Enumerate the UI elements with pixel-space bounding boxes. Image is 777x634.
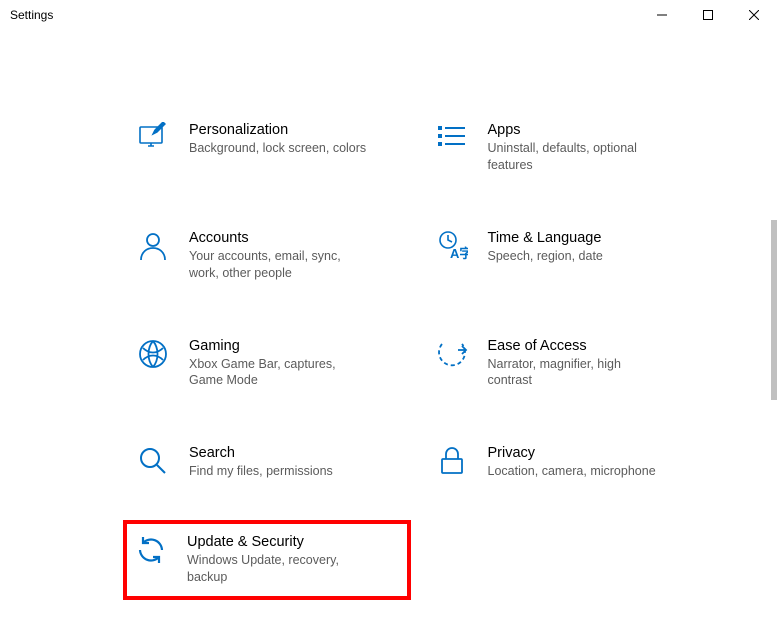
time-language-icon: A字 [436,230,468,262]
tile-title: Privacy [488,445,668,461]
maximize-button[interactable] [685,0,731,30]
tile-desc: Location, camera, microphone [488,463,668,480]
tile-desc: Windows Update, recovery, backup [187,552,367,586]
tile-title: Time & Language [488,230,668,246]
update-security-icon [135,534,167,566]
tile-text: Gaming Xbox Game Bar, captures, Game Mod… [189,338,369,390]
tile-text: Update & Security Windows Update, recove… [187,534,367,586]
tile-text: Apps Uninstall, defaults, optional featu… [488,122,668,174]
titlebar: Settings [0,0,777,30]
ease-of-access-icon [436,338,468,370]
tile-search[interactable]: Search Find my files, permissions [135,443,399,482]
tile-apps[interactable]: Apps Uninstall, defaults, optional featu… [434,120,698,176]
search-icon [137,445,169,477]
tile-title: Search [189,445,369,461]
tile-title: Personalization [189,122,369,138]
minimize-button[interactable] [639,0,685,30]
tile-update-security[interactable]: Update & Security Windows Update, recove… [123,520,411,600]
tile-gaming[interactable]: Gaming Xbox Game Bar, captures, Game Mod… [135,336,399,392]
tile-text: Personalization Background, lock screen,… [189,122,369,157]
tile-title: Apps [488,122,668,138]
settings-grid: Personalization Background, lock screen,… [135,120,697,586]
apps-icon [436,122,468,154]
svg-text:A字: A字 [450,246,468,261]
accounts-icon [137,230,169,262]
tile-desc: Uninstall, defaults, optional features [488,140,668,174]
tile-desc: Background, lock screen, colors [189,140,369,157]
settings-content: Personalization Background, lock screen,… [0,30,777,606]
privacy-icon [436,445,468,477]
tile-title: Gaming [189,338,369,354]
tile-time-language[interactable]: A字 Time & Language Speech, region, date [434,228,698,284]
tile-text: Ease of Access Narrator, magnifier, high… [488,338,668,390]
tile-ease-of-access[interactable]: Ease of Access Narrator, magnifier, high… [434,336,698,392]
window-title: Settings [10,8,53,22]
tile-desc: Find my files, permissions [189,463,369,480]
tile-title: Ease of Access [488,338,668,354]
tile-title: Update & Security [187,534,367,550]
personalization-icon [137,122,169,154]
close-button[interactable] [731,0,777,30]
vertical-scrollbar[interactable] [771,220,777,400]
tile-text: Time & Language Speech, region, date [488,230,668,265]
tile-desc: Speech, region, date [488,248,668,265]
tile-accounts[interactable]: Accounts Your accounts, email, sync, wor… [135,228,399,284]
tile-personalization[interactable]: Personalization Background, lock screen,… [135,120,399,176]
tile-privacy[interactable]: Privacy Location, camera, microphone [434,443,698,482]
tile-desc: Narrator, magnifier, high contrast [488,356,668,390]
window-controls [639,0,777,30]
tile-title: Accounts [189,230,369,246]
tile-desc: Your accounts, email, sync, work, other … [189,248,369,282]
gaming-icon [137,338,169,370]
tile-text: Accounts Your accounts, email, sync, wor… [189,230,369,282]
tile-desc: Xbox Game Bar, captures, Game Mode [189,356,369,390]
tile-text: Privacy Location, camera, microphone [488,445,668,480]
tile-text: Search Find my files, permissions [189,445,369,480]
